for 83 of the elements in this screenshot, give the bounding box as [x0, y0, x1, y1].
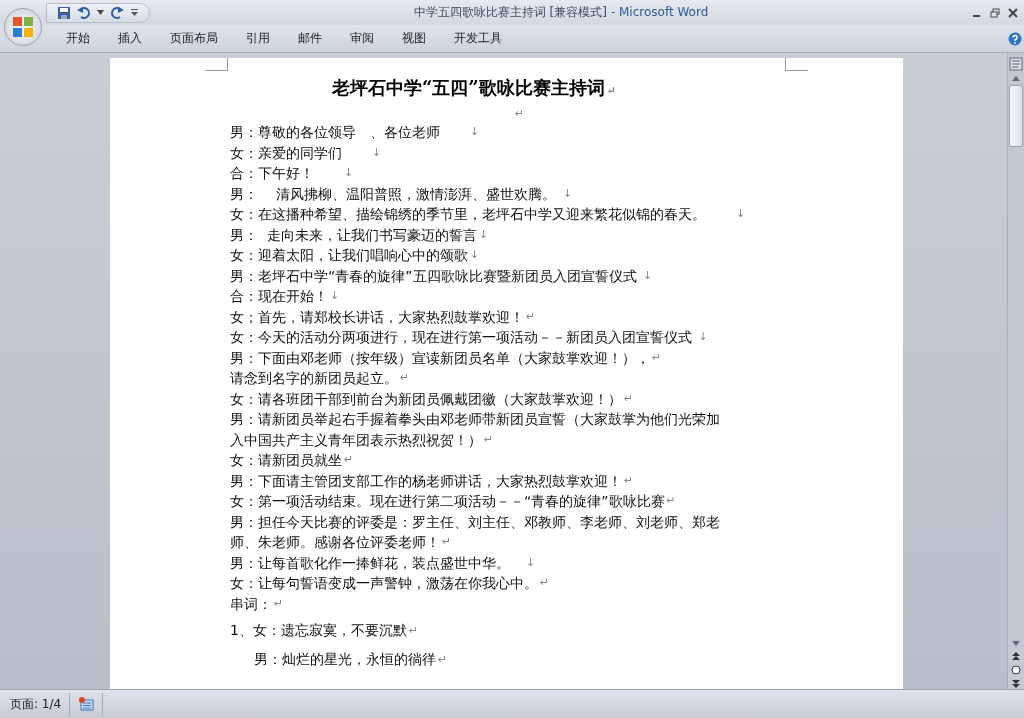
script-line: 女：迎着太阳，让我们唱响心中的颂歌 [230, 246, 468, 265]
close-icon[interactable] [1008, 7, 1018, 18]
line-break-mark: ↵ [526, 310, 536, 323]
line-break-mark: ↓ [562, 187, 573, 200]
margin-corner-mark [785, 58, 808, 71]
paragraph-mark: ↵ [515, 107, 525, 120]
undo-icon[interactable] [77, 5, 91, 20]
line-break-mark: ↓ [698, 331, 708, 344]
line-break-mark: ↓ [330, 290, 340, 303]
line-break-mark: ↓ [526, 556, 536, 569]
line-break-mark: ↓ [642, 269, 653, 282]
paragraph-mark: ↵ [408, 624, 419, 637]
script-line: 女：在这播种希望、描绘锦绣的季节里，老坪石中学又迎来繁花似锦的春天。 [230, 205, 707, 224]
line-break-mark: ↓ [736, 208, 746, 221]
app-name: - Microsoft Word [610, 5, 709, 19]
script-line: 女：第一项活动结束。现在进行第二项活动－－“青春的旋律”歌咏比赛 [230, 492, 665, 511]
line-break-mark: ↵ [652, 351, 662, 364]
line-break-mark: ↵ [442, 536, 452, 549]
script-line: 女：请新团员就坐 [230, 451, 342, 470]
ruler-toggle-icon[interactable] [1009, 57, 1023, 71]
script-line: 女：让每句誓语变成一声警钟，激荡在你我心中。 [230, 574, 538, 593]
ribbon-tab[interactable]: 引用 [236, 27, 280, 50]
script-line: 男：灿烂的星光，永恒的徜徉 [254, 650, 436, 669]
dropdown-arrow-icon[interactable] [97, 10, 104, 15]
restore-icon[interactable] [990, 7, 1000, 18]
paragraph-mark: ↵ [438, 653, 448, 666]
script-line: 合：现在开始！ [230, 287, 328, 306]
document-title: 老坪石中学“五四”歌咏比赛主持词 [332, 77, 605, 98]
script-line: 男：尊敬的各位领导 、各位老师 [230, 123, 441, 142]
save-icon[interactable] [57, 5, 71, 20]
margin-corner-mark [205, 58, 228, 71]
redo-icon[interactable] [110, 5, 124, 20]
line-break-mark: ↓ [344, 167, 354, 180]
line-break-mark: ↵ [400, 372, 410, 385]
paragraph-mark: ↵ [606, 84, 616, 97]
line-break-mark: ↵ [484, 433, 494, 446]
office-logo-icon [10, 14, 36, 40]
script-line: 女：今天的活动分两项进行，现在进行第一项活动－－新团员入团宣誓仪式 [230, 328, 693, 347]
ribbon-tab[interactable]: 插入 [108, 27, 152, 50]
line-break-mark: ↵ [344, 454, 354, 467]
script-line: 师、朱老师。感谢各位评委老师！ [230, 533, 440, 552]
help-icon[interactable] [1008, 31, 1022, 46]
ribbon-tab[interactable]: 邮件 [288, 27, 332, 50]
script-line: 女：请各班团干部到前台为新团员佩戴团徽（大家鼓掌欢迎！） [230, 389, 622, 409]
script-line: 男：请新团员举起右手握着拳头由邓老师带新团员宣誓（大家鼓掌为他们光荣加 [230, 410, 720, 429]
script-line: 男： 清风拂柳、温阳普照，激情澎湃、盛世欢腾。 [230, 184, 558, 204]
line-break-mark: ↓ [470, 126, 480, 139]
previous-page-icon[interactable] [1010, 651, 1022, 661]
line-break-mark: ↓ [470, 249, 480, 262]
scrollbar-thumb[interactable] [1009, 85, 1023, 147]
script-line: 男：让每首歌化作一捧鲜花，装点盛世中华。 [230, 553, 511, 573]
line-break-mark: ↵ [624, 392, 634, 405]
window-title: 中学五四歌咏比赛主持词 [兼容模式] [413, 5, 607, 19]
page-count[interactable]: 页面: 1/4 [10, 695, 62, 713]
ribbon-tab[interactable]: 视图 [392, 27, 436, 50]
browse-object-icon[interactable] [1010, 664, 1022, 676]
script-line: 请念到名字的新团员起立。 [230, 369, 398, 388]
ribbon-tab[interactable]: 开始 [56, 27, 100, 50]
script-line: 入中国共产主义青年团表示热烈祝贺！） [230, 430, 482, 450]
script-line: 男：下面请主管团支部工作的杨老师讲话，大家热烈鼓掌欢迎！ [230, 471, 622, 491]
ribbon-tab[interactable]: 开发工具 [444, 27, 512, 50]
script-line: 男：担任今天比赛的评委是：罗主任、刘主任、邓教师、李老师、刘老师、郑老 [230, 512, 720, 532]
line-break-mark: ↓ [372, 146, 382, 159]
script-line: 女；首先，请郑校长讲话，大家热烈鼓掌欢迎！ [230, 307, 524, 327]
script-line: 串词： [230, 594, 272, 614]
ribbon-tab[interactable]: 审阅 [340, 27, 384, 50]
office-button[interactable] [4, 8, 42, 46]
scroll-up-icon[interactable] [1009, 74, 1023, 82]
script-line: 合：下午好！ [230, 164, 315, 183]
script-line: 男：老坪石中学“青春的旋律”五四歌咏比赛暨新团员入团宣誓仪式 [230, 266, 638, 286]
line-break-mark: ↵ [666, 495, 676, 508]
customize-arrow-icon[interactable] [130, 9, 139, 16]
script-line: 1、女：遗忘寂寞，不要沉默 [230, 621, 407, 640]
line-break-mark: ↵ [540, 577, 550, 590]
line-break-mark: ↵ [274, 597, 284, 610]
scroll-down-icon[interactable] [1009, 640, 1023, 648]
script-line: 男： 走向未来，让我们书写豪迈的誓言 [230, 225, 477, 245]
ribbon-tab[interactable]: 页面布局 [160, 27, 228, 50]
document-check-icon[interactable] [78, 697, 95, 711]
line-break-mark: ↵ [624, 474, 634, 487]
script-line: 女：亲爱的同学们 [230, 143, 343, 163]
line-break-mark: ↓ [478, 228, 489, 241]
script-line: 男：下面由邓老师（按年级）宣读新团员名单（大家鼓掌欢迎！）， [230, 348, 650, 368]
